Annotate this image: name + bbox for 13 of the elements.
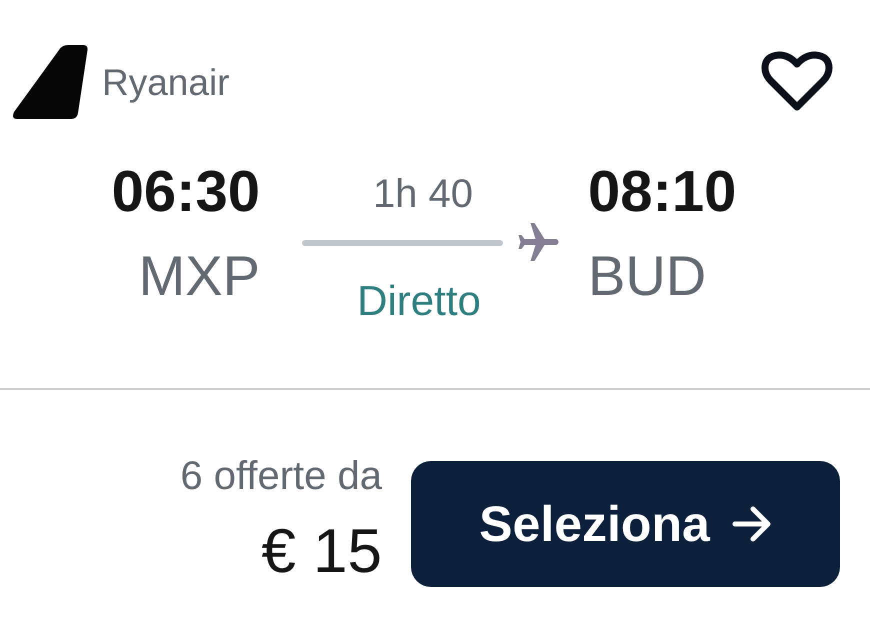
departure-time: 06:30	[112, 163, 260, 221]
price: € 15	[261, 521, 382, 583]
arrow-right-icon	[732, 506, 772, 542]
departure-airport: MXP	[138, 248, 260, 304]
select-button[interactable]: Seleziona	[411, 461, 840, 587]
stops-label: Diretto	[357, 280, 481, 322]
arrival-airport: BUD	[588, 248, 706, 304]
arrival-time: 08:10	[588, 163, 736, 221]
tail-fin-icon	[12, 45, 88, 119]
offers-count: 6 offerte da	[180, 456, 382, 496]
airline-name: Ryanair	[102, 64, 230, 100]
flight-duration: 1h 40	[372, 174, 474, 214]
airplane-icon	[517, 223, 560, 263]
